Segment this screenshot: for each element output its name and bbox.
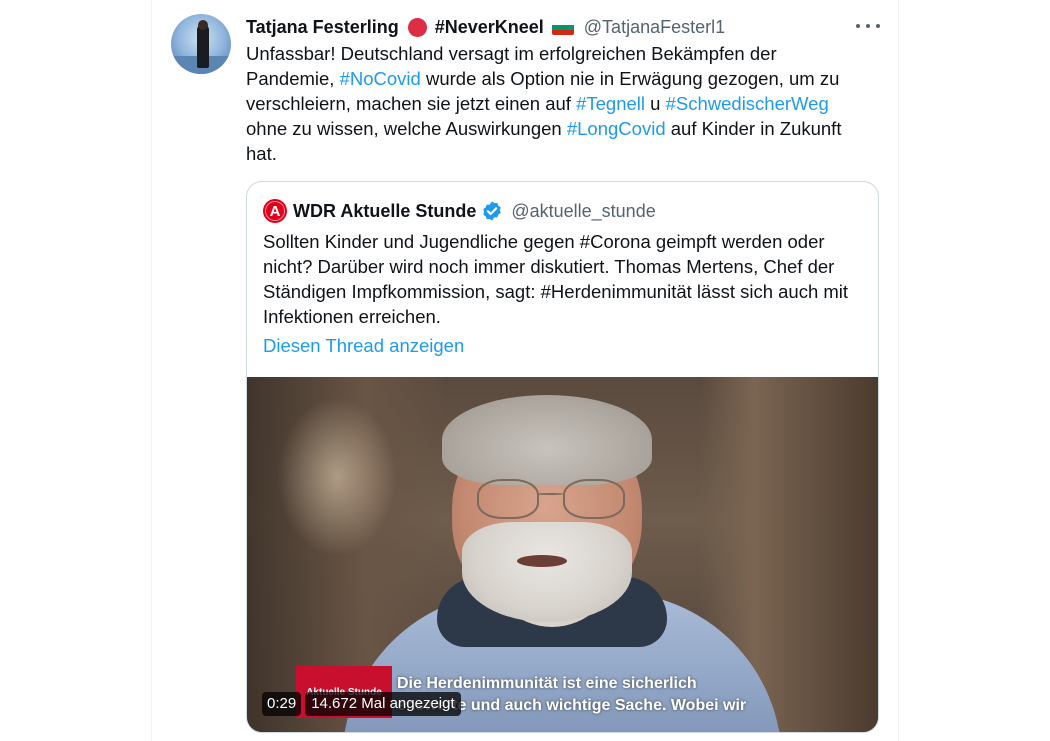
tweet-text: Unfassbar! Deutschland versagt im erfolg… <box>246 41 866 166</box>
hashtag-link[interactable]: #NoCovid <box>340 68 421 89</box>
avatar-figure <box>197 24 209 68</box>
bulgaria-flag-icon <box>551 19 574 35</box>
tweet-text-segment: u <box>645 93 666 114</box>
hashtag-link[interactable]: #SchwedischerWeg <box>666 93 829 114</box>
video-player[interactable]: Aktuelle Stunde Die Herdenimmunität ist … <box>247 377 878 732</box>
video-window-light <box>277 397 397 557</box>
tweet-header: Tatjana Festerling #NeverKneel @TatjanaF… <box>246 14 725 40</box>
hashtag-link[interactable]: #LongCovid <box>567 118 666 139</box>
subtitle-line-1: Die Herdenimmunität ist eine sicherlich <box>397 675 697 692</box>
hashtag-link[interactable]: #Tegnell <box>576 93 645 114</box>
user-avatar[interactable] <box>171 14 231 74</box>
quoted-author-name[interactable]: WDR Aktuelle Stunde <box>293 201 476 222</box>
person-mouth <box>517 555 567 567</box>
avatar-head <box>198 20 208 30</box>
video-time: 0:29 <box>262 692 302 716</box>
person-beard <box>462 522 632 622</box>
person-hair <box>442 395 652 485</box>
red-circle-icon <box>407 17 427 37</box>
quoted-tweet-header: A WDR Aktuelle Stunde @aktuelle_stunde <box>263 199 656 223</box>
page: Tatjana Festerling #NeverKneel @TatjanaF… <box>0 0 1050 741</box>
quoted-tweet-text: Sollten Kinder und Jugendliche gegen #Co… <box>263 231 849 327</box>
more-options-icon[interactable] <box>856 16 880 36</box>
person-glasses <box>477 479 627 519</box>
quoted-author-handle[interactable]: @aktuelle_stunde <box>511 201 655 222</box>
author-handle[interactable]: @TatjanaFesterl1 <box>584 17 725 38</box>
author-name-suffix[interactable]: #NeverKneel <box>435 17 544 38</box>
author-display-name[interactable]: Tatjana Festerling <box>246 17 399 38</box>
quoted-tweet-card[interactable]: A WDR Aktuelle Stunde @aktuelle_stunde S… <box>246 181 879 733</box>
video-subtitle: Die Herdenimmunität ist eine sicherlich … <box>397 673 867 717</box>
tweet-text-segment: ohne zu wissen, welche Auswirkungen <box>246 118 567 139</box>
verified-badge-icon <box>483 201 502 221</box>
show-thread-link[interactable]: Diesen Thread anzeigen <box>263 333 464 358</box>
wdr-logo-icon: A <box>263 199 287 223</box>
subtitle-line-2: enswerte und auch wichtige Sache. Wobei … <box>397 697 747 714</box>
video-view-count: 14.672 Mal angezeigt <box>305 692 461 716</box>
video-overlay-info: 0:29 14.672 Mal angezeigt <box>262 692 461 716</box>
